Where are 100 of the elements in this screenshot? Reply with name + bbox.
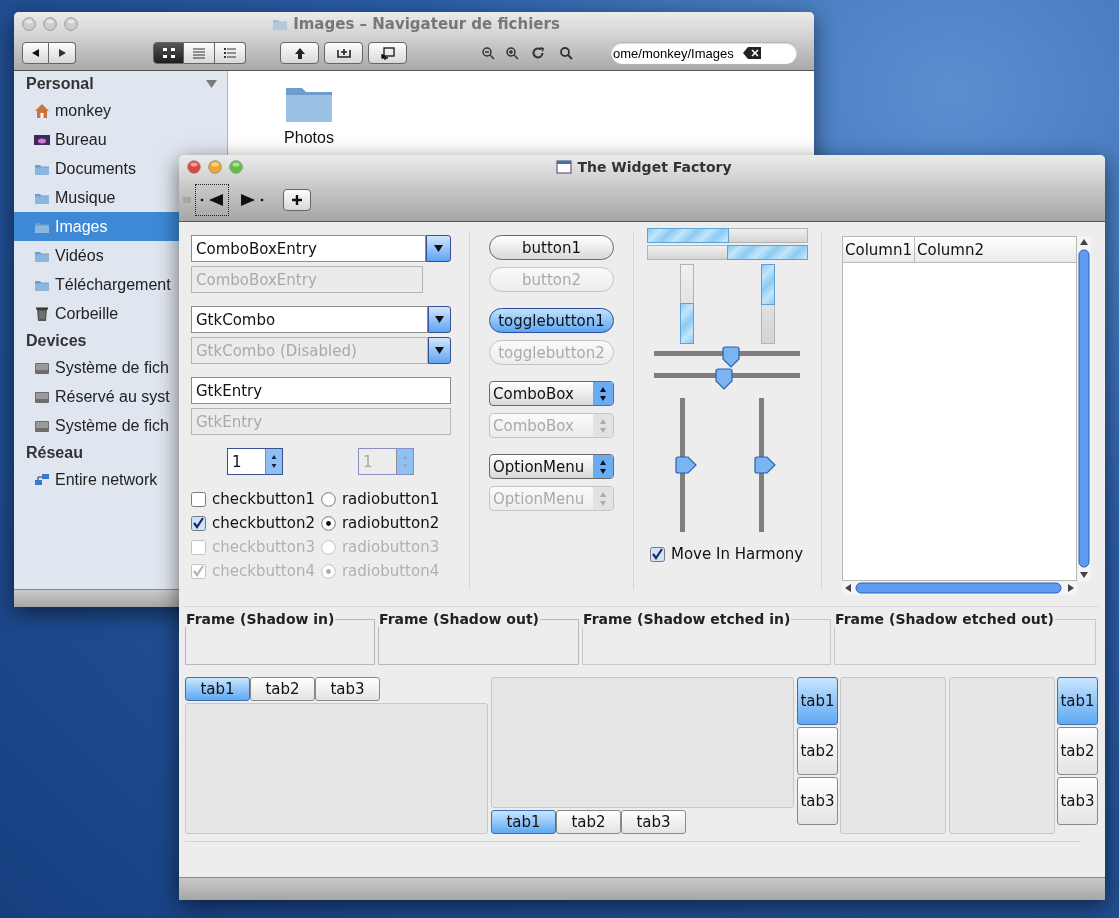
triangle-right-icon (57, 48, 67, 58)
location-field[interactable]: ome/monkey/Images (611, 42, 797, 64)
combo-field[interactable]: GtkCombo (191, 306, 428, 333)
tab[interactable]: tab3 (1057, 777, 1098, 825)
spin-button: 1 (358, 448, 414, 475)
combo-box-entry[interactable]: ComboBoxEntry (191, 235, 426, 262)
combo-field: GtkCombo (Disabled) (191, 337, 428, 364)
reload-icon[interactable] (531, 46, 545, 60)
toggle-button[interactable]: togglebutton1 (489, 308, 614, 333)
radio-button[interactable] (320, 515, 336, 531)
sidebar-item[interactable]: Vidéos (14, 241, 179, 270)
stepper-icon (593, 382, 613, 405)
folder-icon[interactable] (285, 85, 333, 123)
sidebar-item[interactable]: Réservé au syst (14, 382, 179, 411)
tab[interactable]: tab2 (797, 727, 838, 775)
add-button[interactable] (283, 189, 311, 211)
combo-box: ComboBox (489, 413, 614, 438)
checkbox-label: Move In Harmony (671, 545, 804, 563)
tab[interactable]: tab1 (1057, 677, 1098, 725)
triangle-left-icon (199, 192, 225, 208)
combo-box: OptionMenu (489, 486, 614, 511)
slider-thumb[interactable] (721, 346, 740, 368)
sidebar-item[interactable]: Entire network (14, 465, 179, 494)
sidebar-item[interactable]: monkey (14, 96, 179, 125)
triangle-left-icon (30, 48, 41, 58)
tab[interactable]: tab3 (797, 777, 838, 825)
sidebar-item[interactable]: Système de fich (14, 353, 179, 382)
window-title: Images – Navigateur de fichiers (293, 15, 560, 33)
sidebar-item[interactable]: Système de fich (14, 411, 179, 440)
section-heading: Devices (26, 331, 87, 350)
frame-label: Frame (Shadow etched in) (582, 611, 792, 627)
details-icon (222, 46, 238, 60)
tab[interactable]: tab3 (315, 677, 380, 701)
tray-icon (335, 46, 352, 60)
checkbox[interactable] (191, 491, 206, 507)
text-field: GtkEntry (191, 408, 451, 435)
radio-label: radiobutton2 (341, 514, 440, 532)
zoom-in-icon[interactable] (505, 46, 519, 60)
sidebar-item[interactable]: Téléchargement (14, 270, 179, 299)
view-mode-button[interactable] (153, 42, 184, 64)
stepper-icon (593, 455, 613, 478)
tab[interactable]: tab1 (797, 677, 838, 725)
slider-thumb[interactable] (715, 368, 734, 390)
tab[interactable]: tab2 (556, 810, 621, 834)
dropdown-button[interactable] (426, 235, 451, 262)
radio-button[interactable] (320, 491, 336, 507)
frame-label: Frame (Shadow etched out) (834, 611, 1055, 627)
sidebar-item[interactable]: Documents (14, 154, 179, 183)
combo-box[interactable]: OptionMenu (489, 454, 614, 479)
back-button[interactable] (195, 184, 229, 216)
dropdown-button[interactable] (428, 306, 451, 333)
tab[interactable]: tab2 (1057, 727, 1098, 775)
toolbar-button[interactable] (324, 42, 363, 64)
combo-box-entry: ComboBoxEntry (191, 266, 423, 293)
triangle-down-icon[interactable] (206, 79, 217, 88)
window-title: The Widget Factory (577, 159, 732, 175)
triangle-right-icon (239, 192, 265, 208)
checkbox-label: checkbutton3 (212, 538, 315, 556)
sidebar-item[interactable]: Musique (14, 183, 179, 212)
slider-thumb[interactable] (754, 456, 776, 474)
tab[interactable]: tab3 (621, 810, 686, 834)
text-field[interactable]: GtkEntry (191, 377, 451, 404)
section-heading: Personal (26, 74, 94, 93)
file-name[interactable]: Photos (284, 129, 334, 147)
caret-down-icon (435, 316, 444, 323)
slider-thumb[interactable] (675, 456, 697, 474)
sidebar-item[interactable]: Bureau (14, 125, 179, 154)
vertical-scrollbar[interactable] (1077, 236, 1091, 581)
stepper-icon (593, 414, 613, 437)
up-button[interactable] (280, 42, 319, 64)
back-button[interactable] (22, 42, 49, 64)
stepper-icon (266, 449, 282, 474)
tab[interactable]: tab1 (185, 677, 250, 701)
horizontal-scrollbar[interactable] (842, 581, 1077, 595)
trash-icon (34, 305, 50, 322)
sidebar-item[interactable]: Corbeille (14, 299, 179, 328)
caret-down-icon (434, 245, 443, 252)
column-header[interactable]: Column2 (915, 237, 1076, 262)
combo-box[interactable]: ComboBox (489, 381, 614, 406)
close-button[interactable] (187, 160, 201, 174)
clear-icon[interactable] (743, 47, 761, 59)
tab[interactable]: tab1 (491, 810, 556, 834)
caret-down-icon (435, 347, 444, 354)
spin-button[interactable]: 1 (227, 448, 283, 475)
tab[interactable]: tab2 (250, 677, 315, 701)
checkbox-label: checkbutton2 (212, 514, 315, 532)
window-icon (379, 46, 396, 60)
checkbox-label: checkbutton4 (212, 562, 315, 580)
network-icon (34, 471, 50, 488)
checkbox[interactable] (191, 515, 206, 531)
push-button[interactable]: button1 (489, 235, 614, 260)
house-icon (34, 102, 50, 119)
zoom-out-icon[interactable] (481, 46, 495, 60)
forward-button[interactable] (49, 42, 76, 64)
search-icon[interactable] (559, 46, 573, 60)
toolbar-button[interactable] (368, 42, 407, 64)
column-header[interactable]: Column1 (843, 237, 915, 262)
checkbox[interactable] (650, 546, 665, 562)
sidebar-item[interactable]: Images (14, 212, 179, 241)
stepper-icon (593, 487, 613, 510)
